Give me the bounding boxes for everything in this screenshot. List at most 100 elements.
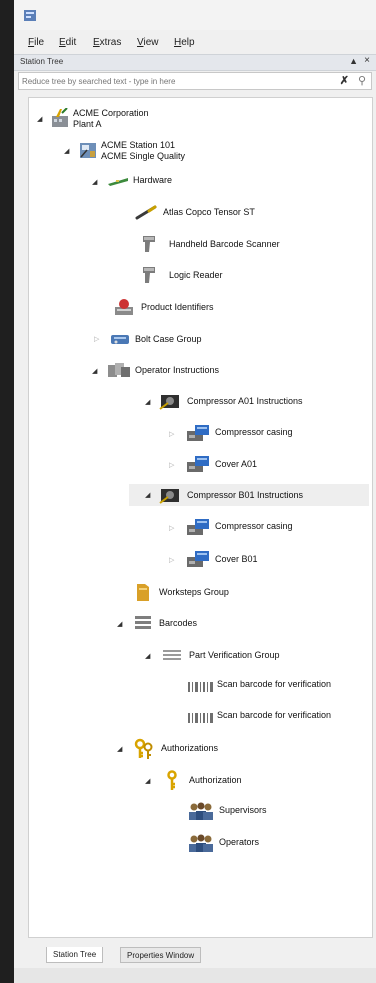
barcode-icon bbox=[188, 682, 213, 692]
part-icon bbox=[187, 425, 209, 441]
expand-arrow-icon[interactable]: ▷ bbox=[169, 430, 174, 438]
menu-file[interactable]: File bbox=[28, 37, 44, 48]
collapse-arrow-icon[interactable]: ◢ bbox=[145, 491, 150, 499]
tree-node-label: Product Identifiers bbox=[141, 302, 214, 312]
station-tree-panel-header: Station Tree ▲ × bbox=[14, 54, 376, 71]
close-icon[interactable]: × bbox=[364, 55, 370, 66]
station-icon bbox=[80, 143, 96, 158]
keys-icon bbox=[134, 738, 153, 759]
circuit-board-icon bbox=[108, 178, 128, 186]
collapse-arrow-icon[interactable]: ◢ bbox=[145, 652, 150, 660]
tab-properties-window[interactable]: Properties Window bbox=[120, 947, 202, 963]
part-icon bbox=[187, 456, 209, 472]
factory-icon bbox=[52, 108, 68, 127]
camera-instruction-icon bbox=[159, 395, 179, 410]
tree-node-compressor-casing-a01[interactable]: ▷ Compressor casing bbox=[29, 423, 359, 445]
barcode-group-icon bbox=[163, 650, 181, 660]
tree-node-label: Logic Reader bbox=[169, 270, 223, 280]
tree-node-label: Worksteps Group bbox=[159, 587, 229, 597]
tree-node-label: Scan barcode for verification bbox=[217, 710, 332, 720]
tree-node-authorizations[interactable]: ◢ Authorizations bbox=[29, 738, 359, 760]
tree-node-authorization[interactable]: ◢ Authorization bbox=[29, 770, 359, 792]
tree-node-supervisors[interactable]: Supervisors bbox=[29, 801, 359, 823]
tree-node-label: Bolt Case Group bbox=[135, 334, 202, 344]
collapse-arrow-icon[interactable]: ◢ bbox=[92, 367, 97, 375]
menu-bar: File Edit Extras View Help bbox=[14, 34, 376, 52]
tree-node-acme-station-101[interactable]: ◢ ACME Station 101 ACME Single Quality bbox=[29, 140, 359, 164]
collapse-arrow-icon[interactable]: ◢ bbox=[64, 147, 69, 155]
barcode-scanner-icon bbox=[143, 267, 155, 283]
tree-node-sublabel: Plant A bbox=[73, 119, 102, 129]
tree-node-compressor-a01-instructions[interactable]: ◢ Compressor A01 Instructions bbox=[29, 391, 359, 413]
tree-node-cover-b01[interactable]: ▷ Cover B01 bbox=[29, 549, 359, 571]
tree-node-scan-barcode-1[interactable]: Scan barcode for verification bbox=[29, 676, 359, 698]
pin-icon[interactable]: ▲ bbox=[349, 56, 358, 66]
tree-node-label: ACME Station 101 bbox=[101, 140, 176, 150]
application-window: File Edit Extras View Help Station Tree … bbox=[14, 0, 376, 983]
tree-filter-input[interactable] bbox=[22, 74, 322, 88]
part-icon bbox=[187, 519, 209, 535]
product-identifier-icon bbox=[115, 299, 133, 315]
tree-node-label: Authorizations bbox=[161, 743, 219, 753]
tree-node-worksteps-group[interactable]: Worksteps Group bbox=[29, 581, 359, 603]
status-strip bbox=[14, 968, 376, 983]
tree-node-label: Handheld Barcode Scanner bbox=[169, 239, 280, 249]
user-group-icon bbox=[189, 834, 213, 852]
collapse-arrow-icon[interactable]: ◢ bbox=[117, 745, 122, 753]
tree-node-label: Supervisors bbox=[219, 805, 267, 815]
tree-node-logic-reader[interactable]: Logic Reader bbox=[29, 265, 359, 287]
camera-instruction-icon bbox=[159, 489, 179, 504]
tree-node-sublabel: ACME Single Quality bbox=[101, 151, 186, 161]
tree-node-product-identifiers[interactable]: Product Identifiers bbox=[29, 297, 359, 319]
tree-node-compressor-b01-instructions[interactable]: ◢ Compressor B01 Instructions bbox=[129, 484, 369, 506]
barcode-icon bbox=[135, 616, 151, 629]
station-tree: ◢ ACME Corporation Plant A ◢ ACME Statio… bbox=[28, 97, 373, 938]
menu-view[interactable]: View bbox=[137, 37, 159, 48]
tree-node-label: Compressor B01 Instructions bbox=[187, 490, 304, 500]
tree-node-atlas-copco-tensor[interactable]: Atlas Copco Tensor ST bbox=[29, 202, 359, 224]
app-icon bbox=[24, 10, 36, 21]
menu-help[interactable]: Help bbox=[174, 37, 195, 48]
collapse-arrow-icon[interactable]: ◢ bbox=[145, 777, 150, 785]
collapse-arrow-icon[interactable]: ◢ bbox=[37, 115, 42, 123]
title-bar bbox=[14, 0, 376, 30]
menu-edit[interactable]: Edit bbox=[59, 37, 76, 48]
tree-node-operators[interactable]: Operators bbox=[29, 833, 359, 855]
part-icon bbox=[187, 551, 209, 567]
panel-title: Station Tree bbox=[20, 57, 64, 66]
collapse-arrow-icon[interactable]: ◢ bbox=[117, 620, 122, 628]
clear-filter-icon[interactable]: ✗ bbox=[340, 74, 349, 87]
key-icon bbox=[167, 770, 177, 790]
tree-node-bolt-case-group[interactable]: ▷ Bolt Case Group bbox=[29, 329, 359, 351]
collapse-arrow-icon[interactable]: ◢ bbox=[145, 398, 150, 406]
tree-node-barcode-scanner[interactable]: Handheld Barcode Scanner bbox=[29, 234, 359, 256]
tree-node-cover-a01[interactable]: ▷ Cover A01 bbox=[29, 454, 359, 476]
bolt-case-icon bbox=[111, 335, 129, 344]
tree-node-label: Compressor casing bbox=[215, 521, 293, 531]
tree-node-barcodes[interactable]: ◢ Barcodes bbox=[29, 613, 359, 635]
collapse-arrow-icon[interactable]: ◢ bbox=[92, 178, 97, 186]
tab-station-tree[interactable]: Station Tree bbox=[46, 947, 104, 963]
tree-node-label: Hardware bbox=[133, 175, 173, 185]
tree-node-scan-barcode-2[interactable]: Scan barcode for verification bbox=[29, 707, 359, 729]
instructions-icon bbox=[108, 363, 130, 377]
tree-node-compressor-casing-b01[interactable]: ▷ Compressor casing bbox=[29, 517, 359, 539]
tree-node-label: Cover B01 bbox=[215, 554, 258, 564]
tree-node-part-verification-group[interactable]: ◢ Part Verification Group bbox=[29, 645, 359, 667]
nutrunner-tool-icon bbox=[135, 205, 157, 220]
barcode-scanner-icon bbox=[143, 236, 155, 252]
expand-arrow-icon[interactable]: ▷ bbox=[94, 335, 99, 343]
expand-arrow-icon[interactable]: ▷ bbox=[169, 556, 174, 564]
tree-node-label: Barcodes bbox=[159, 618, 198, 628]
tree-filter-box: ✗ ⚲ bbox=[18, 72, 372, 90]
tree-node-hardware[interactable]: ◢ Hardware bbox=[29, 172, 359, 194]
tree-node-label: Cover A01 bbox=[215, 459, 258, 469]
tree-node-acme-corporation[interactable]: ◢ ACME Corporation Plant A bbox=[29, 108, 359, 132]
expand-arrow-icon[interactable]: ▷ bbox=[169, 461, 174, 469]
tree-node-operator-instructions[interactable]: ◢ Operator Instructions bbox=[29, 360, 359, 382]
expand-arrow-icon[interactable]: ▷ bbox=[169, 524, 174, 532]
search-icon[interactable]: ⚲ bbox=[358, 74, 366, 87]
tree-node-label: Authorization bbox=[189, 775, 242, 785]
menu-extras[interactable]: Extras bbox=[93, 37, 121, 48]
tree-node-label: Atlas Copco Tensor ST bbox=[163, 207, 255, 217]
